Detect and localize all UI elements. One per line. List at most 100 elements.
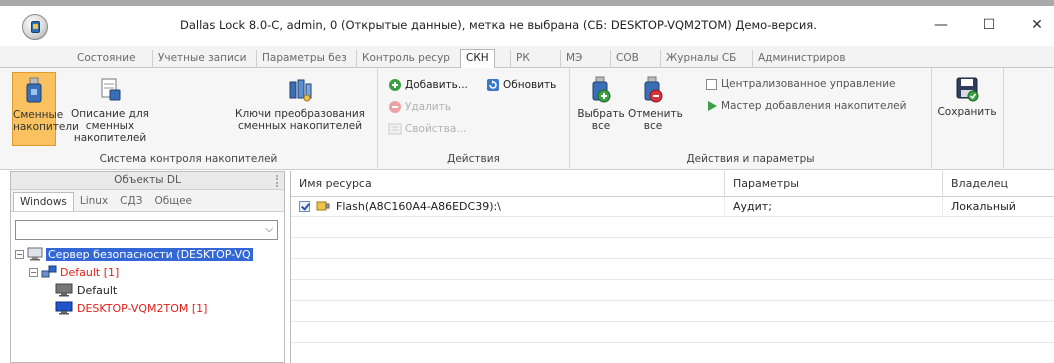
drive-description-icon [101,78,121,101]
drive-description-button[interactable]: Описание для сменных накопителей [62,72,158,146]
properties-label: Свойства... [405,123,467,135]
select-all-label: Выбрать все [577,108,625,132]
tab-administration[interactable]: Администриров [752,50,851,68]
ribbon: Сменные накопители Описание для сменных … [0,68,1054,170]
central-management-label: Централизованное управление [721,78,896,90]
column-resource-name[interactable]: Имя ресурса [291,171,725,197]
usb-drive-icon [26,77,42,103]
computer-blue-icon [55,301,73,315]
subtab-sdz[interactable]: СДЗ [114,192,148,211]
resources-grid: Имя ресурса Параметры Владелец Flash(A8C… [290,171,1054,363]
empty-row [291,239,1054,259]
tree-node-default-group[interactable]: − Default [1] [29,264,119,280]
column-parameters[interactable]: Параметры [725,171,943,197]
delete-button[interactable]: Удалить [388,100,451,114]
group-drive-control: Сменные накопители Описание для сменных … [0,68,378,168]
properties-button[interactable]: Свойства... [388,122,466,136]
group-drive-control-label: Система контроля накопителей [99,153,278,165]
add-drives-wizard-label: Мастер добавления накопителей [721,100,907,112]
tree-node-server[interactable]: − Сервер безопасности (DESKTOP-VQ [15,246,253,262]
tab-me[interactable]: МЭ [560,50,587,68]
refresh-label: Обновить [503,79,557,91]
group-actions-params: Выбрать все Отменить все Централизованно… [570,68,932,168]
save-disk-icon [956,77,979,102]
cell-parameters: Аудит; [725,197,943,217]
tree-node-desktop[interactable]: DESKTOP-VQM2TOM [1] [55,300,207,316]
save-label: Сохранить [937,106,997,118]
app-logo-icon[interactable] [22,14,48,40]
checkbox-unchecked-icon [706,78,717,90]
column-owner[interactable]: Владелец [943,171,1054,197]
maximize-button[interactable]: ☐ [974,14,1004,38]
conversion-keys-icon [289,79,312,102]
group-actions-label: Действия [447,153,500,165]
collapse-icon[interactable]: − [15,249,24,259]
save-button[interactable]: Сохранить [936,72,998,146]
empty-row [291,260,1054,280]
tab-security-logs[interactable]: Журналы СБ [660,50,741,68]
object-filter-combo[interactable]: ⌵ [15,220,278,240]
chevron-down-icon[interactable]: ⌵ [265,224,273,235]
unselect-all-button[interactable]: Отменить все [628,72,683,146]
properties-icon [388,123,402,135]
dl-objects-panel: Объекты DL Windows Linux СДЗ Общее ⌵ − С… [10,171,285,363]
tab-resource-control[interactable]: Контроль ресур [356,50,455,68]
add-icon [389,79,401,91]
tab-status[interactable]: Состояние [72,50,141,68]
table-row[interactable]: Flash(A8C160A4-A86EDC39):\ Аудит; Локаль… [291,197,1054,217]
group-actions: Добавить... Обновить Удалить Свойства...… [378,68,570,168]
flash-drive-icon [316,201,329,211]
empty-row [291,344,1054,363]
unselect-all-label: Отменить все [628,108,683,132]
panel-title: Объекты DL [114,174,181,186]
delete-icon [389,101,401,113]
os-subtabs: Windows Linux СДЗ Общее [11,190,284,212]
tab-security-params[interactable]: Параметры без [256,50,352,68]
conversion-keys-label: Ключи преобразования сменных накопителей [235,108,365,132]
title-bar: Dallas Lock 8.0-C, admin, 0 (Открытые да… [0,6,1054,46]
empty-row [291,302,1054,322]
select-all-icon [592,76,611,103]
group-actions-params-label: Действия и параметры [686,153,815,165]
central-management-checkbox[interactable]: Централизованное управление [706,78,896,90]
conversion-keys-button[interactable]: Ключи преобразования сменных накопителей [228,72,372,146]
empty-row [291,281,1054,301]
server-icon [27,247,43,261]
tab-skn[interactable]: СКН [460,49,495,69]
refresh-icon [487,79,499,91]
window-title: Dallas Lock 8.0-C, admin, 0 (Открытые да… [180,18,817,32]
empty-row [291,323,1054,343]
resource-name: Flash(A8C160A4-A86EDC39):\ [336,200,501,213]
tab-sov[interactable]: СОВ [610,50,644,68]
collapse-icon[interactable]: − [29,267,38,277]
panel-grip-icon[interactable] [276,175,278,187]
cell-owner: Локальный [951,200,1016,213]
select-all-button[interactable]: Выбрать все [576,72,626,146]
panel-header: Объекты DL [11,172,284,190]
checkbox-checked-icon[interactable] [299,201,310,212]
add-drives-wizard-button[interactable]: Мастер добавления накопителей [706,100,906,112]
subtab-linux[interactable]: Linux [74,192,114,211]
tab-rk[interactable]: РК [510,50,535,68]
close-button[interactable]: ✕ [1022,14,1052,38]
subtab-windows[interactable]: Windows [13,192,74,211]
removable-drives-button[interactable]: Сменные накопители [12,72,79,146]
grid-header: Имя ресурса Параметры Владелец [291,171,1054,197]
add-button[interactable]: Добавить... [388,78,468,92]
default-group-label: Default [1] [60,265,120,279]
cell-resource-name: Flash(A8C160A4-A86EDC39):\ [291,197,725,217]
refresh-button[interactable]: Обновить [486,78,556,92]
minimize-button[interactable]: — [926,14,956,38]
default-label: Default [77,283,118,297]
empty-row [291,218,1054,238]
group-save: Сохранить [932,68,1004,168]
server-label: Сервер безопасности (DESKTOP-VQ [46,247,253,261]
computer-gray-icon [55,283,73,297]
tree-node-default[interactable]: Default [55,282,117,298]
tab-accounts[interactable]: Учетные записи [152,50,251,68]
delete-label: Удалить [405,101,451,113]
network-group-icon [41,265,57,278]
desktop-label: DESKTOP-VQM2TOM [1] [77,301,208,315]
subtab-general[interactable]: Общее [148,192,198,211]
add-label: Добавить... [405,79,468,91]
